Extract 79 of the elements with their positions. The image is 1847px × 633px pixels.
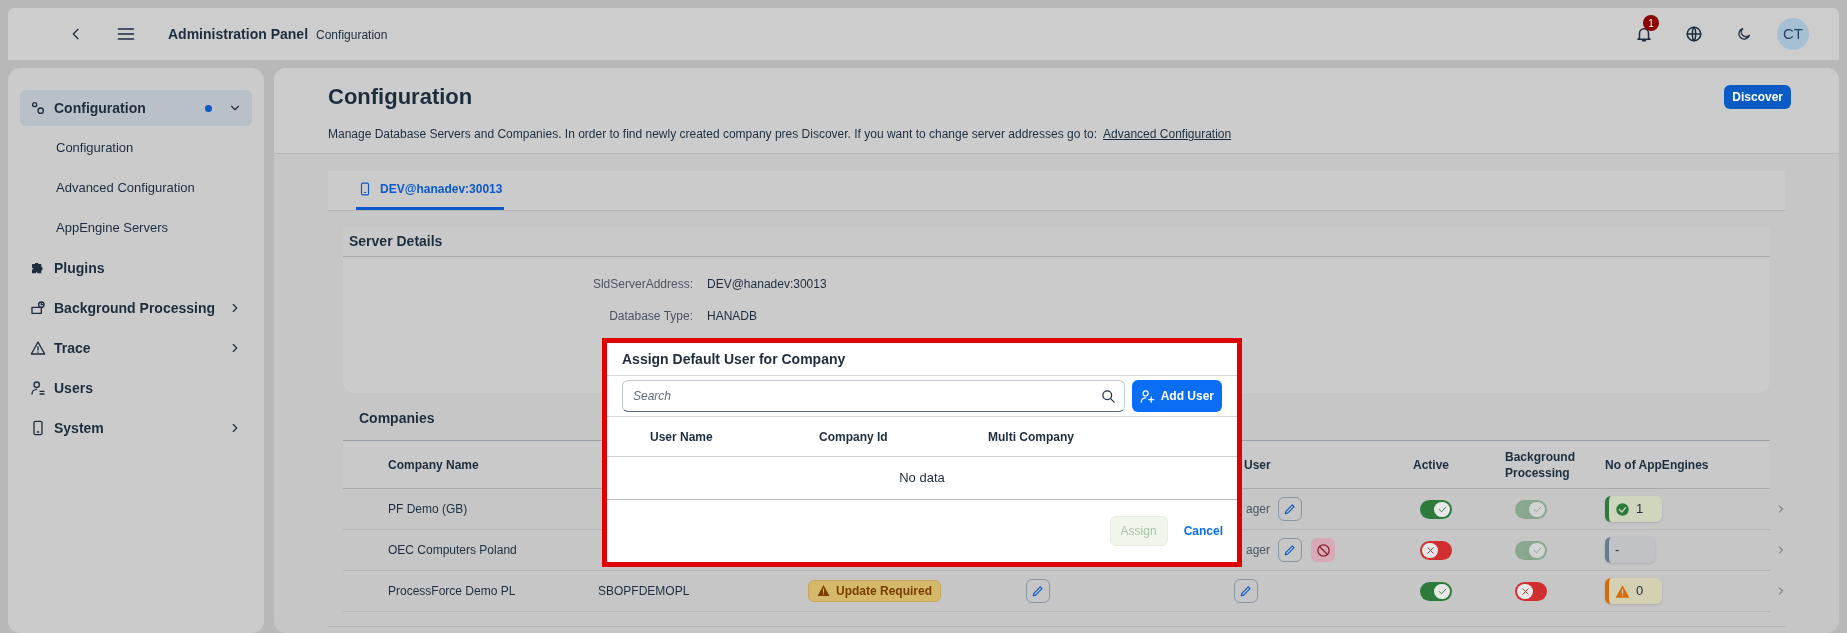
column-header: Active (1413, 456, 1451, 473)
pencil-icon (1283, 502, 1298, 516)
search-field[interactable]: Search (622, 380, 1125, 412)
toggle-switch[interactable] (1420, 499, 1452, 519)
pencil-icon (1031, 584, 1045, 598)
warning-icon (30, 340, 46, 356)
edit-button[interactable] (1278, 538, 1303, 562)
edit-button[interactable] (1278, 497, 1303, 521)
sidebar-item[interactable]: Trace (20, 330, 252, 366)
column-header: Company Id (819, 429, 888, 444)
app-title: Administration Panel (168, 24, 309, 44)
bell-icon (1635, 25, 1653, 43)
table-cell: OEC Computers Poland (388, 543, 517, 557)
status-badge: Update Required (808, 579, 941, 602)
tab[interactable]: DEV@hanadev:30013 (356, 171, 505, 210)
section-title: Companies (359, 409, 435, 428)
block-icon (1315, 542, 1331, 558)
sidebar-subitem[interactable]: Configuration (56, 138, 134, 158)
schedule-icon (30, 300, 46, 316)
page-description: Manage Database Servers and Companies. In order to find newly created company pres Discover. If you want to change server addresses go to: (328, 126, 1098, 143)
field-value: HANADB (707, 308, 757, 325)
sidebar-item[interactable]: Users (20, 370, 252, 406)
add-user-button[interactable]: Add User (1131, 380, 1222, 412)
table-cell-text: ager (1246, 542, 1271, 559)
section-title: Server Details (349, 232, 443, 251)
sidebar-item[interactable]: Plugins (20, 250, 252, 286)
appengines-badge: - (1605, 537, 1655, 563)
sidebar-item[interactable]: Configuration (20, 90, 252, 126)
table-cell-text: ager (1246, 501, 1271, 518)
toggle-switch[interactable] (1420, 540, 1452, 560)
column-header: User Name (650, 429, 713, 444)
check-circle-icon (1615, 501, 1630, 517)
app-subtitle: Configuration (316, 26, 388, 44)
discover-button[interactable]: Discover (1724, 84, 1791, 109)
sidebar-subitem[interactable]: AppEngine Servers (56, 218, 168, 238)
pencil-icon (1283, 543, 1298, 557)
device-icon (358, 182, 372, 196)
notifications-button[interactable]: 1 (1627, 17, 1661, 51)
field-label: SldServerAddress: (592, 277, 693, 291)
column-header: User (1244, 456, 1272, 473)
sidebar-item[interactable]: Background Processing (20, 290, 252, 326)
block-button[interactable] (1311, 538, 1336, 562)
page-title: Configuration (328, 83, 473, 111)
column-header: No of AppEngines (1605, 456, 1710, 473)
add-user-icon (1139, 388, 1155, 404)
appengines-badge: 0 (1605, 578, 1662, 604)
field-value: DEV@hanadev:30013 (707, 276, 827, 293)
assign-button: Assign (1109, 516, 1168, 546)
device-icon (30, 420, 46, 436)
empty-message: No data (899, 469, 945, 488)
column-header: Company Name (388, 456, 480, 473)
table-cell: PF Demo (GB) (388, 502, 468, 516)
table-cell: ProcessForce Demo PL (388, 584, 516, 598)
globe-icon (1685, 25, 1703, 43)
search-icon (1100, 389, 1116, 404)
edit-button[interactable] (1026, 579, 1050, 603)
user-icon (30, 380, 46, 396)
close-icon (1424, 544, 1436, 556)
toggle-switch[interactable] (1515, 581, 1547, 601)
sidebar-subitem[interactable]: Advanced Configuration (56, 178, 195, 198)
appengines-badge: 1 (1605, 496, 1662, 522)
cancel-button[interactable]: Cancel (1175, 516, 1231, 546)
close-icon (1519, 585, 1531, 597)
warning-icon (1615, 583, 1630, 599)
pencil-icon (1239, 584, 1253, 598)
column-header: Background Processing (1505, 448, 1576, 481)
dialog-title: Assign Default User for Company (622, 349, 846, 369)
sidebar-item[interactable]: System (20, 410, 252, 446)
field-label: Database Type: (609, 309, 693, 323)
notification-badge: 1 (1643, 15, 1659, 31)
toggle-switch[interactable] (1420, 581, 1452, 601)
advanced-configuration-link[interactable]: Advanced Configuration (1103, 125, 1232, 143)
edit-button[interactable] (1234, 579, 1258, 603)
column-header: Multi Company (988, 429, 1074, 444)
puzzle-icon (30, 260, 46, 276)
warning-icon (817, 584, 830, 598)
table-cell: SBOPFDEMOPL (598, 584, 690, 598)
moon-icon (1736, 26, 1752, 42)
avatar[interactable]: CT (1777, 18, 1809, 50)
